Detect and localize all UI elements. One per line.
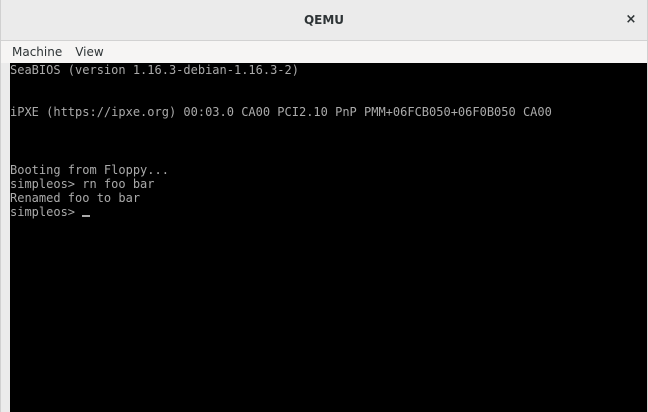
console-line-output: Renamed foo to bar	[10, 191, 141, 205]
vm-display[interactable]: SeaBIOS (version 1.16.3-debian-1.16.3-2)…	[10, 63, 647, 412]
menu-bar: Machine View	[1, 41, 647, 63]
qemu-window: QEMU × Machine View SeaBIOS (version 1.1…	[0, 0, 648, 412]
title-bar[interactable]: QEMU ×	[1, 0, 647, 41]
menu-view[interactable]: View	[75, 45, 103, 59]
console-line-command: simpleos> rn foo bar	[10, 177, 155, 191]
window-title: QEMU	[303, 13, 345, 27]
menu-machine[interactable]: Machine	[12, 45, 62, 59]
text-cursor	[82, 215, 91, 217]
console-line-seabios: SeaBIOS (version 1.16.3-debian-1.16.3-2)	[10, 63, 299, 77]
console-line-booting: Booting from Floppy...	[10, 163, 169, 177]
console-line-ipxe: iPXE (https://ipxe.org) 00:03.0 CA00 PCI…	[10, 105, 552, 119]
close-button[interactable]: ×	[621, 10, 641, 30]
prompt-text: simpleos>	[10, 205, 83, 219]
console-line-prompt: simpleos>	[10, 205, 91, 219]
